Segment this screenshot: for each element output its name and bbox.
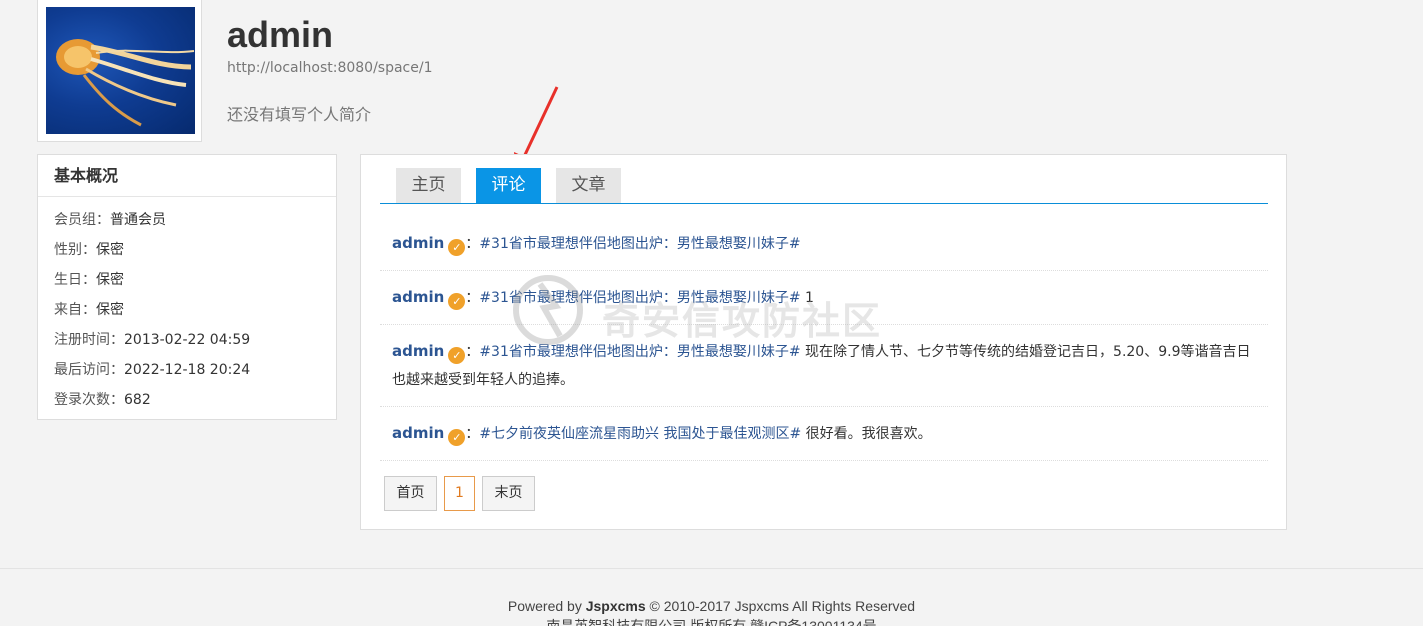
comment-author[interactable]: admin: [392, 288, 444, 306]
overview-value: 2022-12-18 20:24: [124, 362, 251, 378]
verified-badge-icon: ✓: [448, 347, 466, 364]
footer-powered: Powered by Jspxcms © 2010-2017 Jspxcms A…: [0, 596, 1423, 616]
comment-author[interactable]: admin: [392, 424, 444, 442]
list-item: admin ✓ ：#七夕前夜英仙座流星雨助兴 我国处于最佳观测区# 很好看。我很喜欢…: [380, 407, 1268, 461]
comment-separator: ：: [465, 236, 480, 252]
comment-topic-link[interactable]: #七夕前夜英仙座流星雨助兴 我国处于最佳观测区#: [479, 426, 801, 442]
comment-topic-link[interactable]: #31省市最理想伴侣地图出炉：男性最想娶川妹子#: [479, 290, 800, 306]
comment-separator: ：: [465, 426, 480, 442]
footer-powered-prefix: Powered by: [507, 598, 586, 614]
overview-row-last-visit: 最后访问：2022-12-18 20:24: [38, 355, 336, 385]
overview-key: 最后访问：: [54, 362, 124, 378]
overview-row-gender: 性别：保密: [38, 235, 336, 265]
tab-bar: 主页 评论 文章: [380, 168, 1268, 204]
last-page-button[interactable]: 末页: [482, 476, 535, 511]
overview-value: 普通会员: [110, 212, 166, 228]
overview-list: 会员组：普通会员 性别：保密 生日：保密 来自：保密 注册时间：2013-02-…: [38, 197, 336, 415]
comment-separator: ：: [465, 290, 480, 306]
overview-panel: 基本概况 会员组：普通会员 性别：保密 生日：保密 来自：保密 注册时间：201…: [37, 154, 337, 420]
comment-author[interactable]: admin: [392, 234, 444, 252]
verified-badge-icon: ✓: [448, 239, 466, 256]
avatar[interactable]: [37, 0, 202, 142]
overview-value: 682: [124, 392, 151, 408]
overview-row-registered: 注册时间：2013-02-22 04:59: [38, 325, 336, 355]
comment-topic-link[interactable]: #31省市最理想伴侣地图出炉：男性最想娶川妹子#: [479, 344, 800, 360]
comment-topic-link[interactable]: #31省市最理想伴侣地图出炉：男性最想娶川妹子#: [479, 236, 800, 252]
profile-bio: 还没有填写个人简介: [227, 105, 372, 124]
overview-value: 2013-02-22 04:59: [124, 332, 251, 348]
comment-author[interactable]: admin: [392, 342, 444, 360]
list-item: admin ✓ ：#31省市最理想伴侣地图出炉：男性最想娶川妹子#: [380, 217, 1268, 271]
comment-text: 1: [800, 290, 814, 306]
overview-key: 生日：: [54, 272, 96, 288]
overview-row-login-count: 登录次数：682: [38, 385, 336, 415]
footer-copyright: © 2010-2017 Jspxcms All Rights Reserved: [645, 598, 916, 614]
avatar-image: [46, 7, 195, 134]
tab-comments[interactable]: 评论: [476, 168, 541, 203]
main-panel: 主页 评论 文章 admin ✓ ：#31省市最理想伴侣地图出炉：男性最想娶川妹子#…: [360, 154, 1287, 530]
footer-company: 南昌英智科技有限公司 版权所有 赣ICP备13001134号: [546, 618, 877, 626]
list-item: admin ✓ ：#31省市最理想伴侣地图出炉：男性最想娶川妹子# 1: [380, 271, 1268, 325]
jellyfish-photo: [56, 39, 195, 127]
verified-badge-icon: ✓: [448, 293, 466, 310]
overview-value: 保密: [96, 302, 124, 318]
profile-url[interactable]: http://localhost:8080/space/1: [227, 60, 433, 76]
overview-row-birthday: 生日：保密: [38, 265, 336, 295]
verified-badge-icon: ✓: [448, 429, 466, 446]
overview-row-group: 会员组：普通会员: [38, 205, 336, 235]
comment-text: 很好看。我很喜欢。: [801, 426, 932, 442]
comment-list: admin ✓ ：#31省市最理想伴侣地图出炉：男性最想娶川妹子# admin ✓ ：#…: [380, 217, 1268, 461]
first-page-button[interactable]: 首页: [384, 476, 437, 511]
tab-articles[interactable]: 文章: [556, 168, 621, 203]
comment-separator: ：: [465, 344, 480, 360]
profile-name: admin: [227, 14, 334, 55]
overview-row-from: 来自：保密: [38, 295, 336, 325]
overview-title: 基本概况: [38, 155, 336, 197]
overview-key: 来自：: [54, 302, 96, 318]
footer-brand-link[interactable]: Jspxcms: [586, 598, 646, 614]
overview-key: 会员组：: [54, 212, 110, 228]
tab-home[interactable]: 主页: [396, 168, 461, 203]
footer: Powered by Jspxcms © 2010-2017 Jspxcms A…: [0, 596, 1423, 626]
current-page-button[interactable]: 1: [444, 476, 475, 511]
overview-value: 保密: [96, 242, 124, 258]
overview-key: 性别：: [54, 242, 96, 258]
overview-value: 保密: [96, 272, 124, 288]
overview-key: 登录次数：: [54, 392, 124, 408]
overview-key: 注册时间：: [54, 332, 124, 348]
footer-divider: [0, 568, 1423, 569]
list-item: admin ✓ ：#31省市最理想伴侣地图出炉：男性最想娶川妹子# 现在除了情人节、…: [380, 325, 1268, 407]
